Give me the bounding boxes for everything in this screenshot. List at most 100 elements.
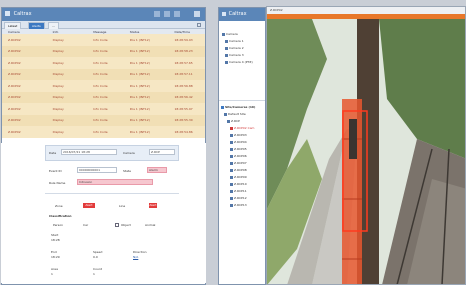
tree-item[interactable]: Camera	[222, 32, 238, 36]
tree-item[interactable]: Z.RCP12	[230, 196, 247, 200]
divider	[45, 193, 179, 194]
table-cell: Z.RCP02	[8, 106, 21, 111]
table-cell: Info Code	[93, 72, 108, 77]
class-object[interactable]: Object	[121, 223, 131, 227]
tab-latest[interactable]: Latest	[4, 22, 22, 29]
camera-icon	[225, 60, 228, 64]
table-row[interactable]: Z.RCP02 Display Info Code Pos 1 (INT12) …	[2, 103, 205, 115]
minimize-icon[interactable]	[154, 11, 160, 17]
classification-section-title: Classification	[49, 214, 72, 218]
table-cell: Z.RCP02	[8, 95, 21, 100]
table-cell: Display	[52, 129, 64, 134]
table-row[interactable]: Z.RCP02 Display Info Code Pos 1 (INT12) …	[2, 126, 205, 138]
table-row[interactable]: Z.RCP02 Display Info Code Pos 1 (INT12) …	[2, 80, 205, 92]
tree-item[interactable]: Z.RCP04	[230, 140, 247, 144]
table-cell: Info Code	[93, 118, 108, 123]
tree-item[interactable]: Camera 1	[225, 39, 244, 43]
table-cell: Info Code	[93, 60, 108, 65]
tree-item[interactable]: Z.RCP10	[230, 182, 247, 186]
class-animal[interactable]: Animal	[145, 223, 155, 227]
tree-group[interactable]: Z.RCP	[227, 119, 240, 123]
count-label: Count	[93, 267, 102, 271]
area-label: Area	[51, 267, 58, 271]
camera-icon	[230, 126, 233, 130]
window-title: Caltrax	[228, 11, 247, 17]
table-cell: Z.RCP02	[8, 60, 21, 65]
line-label: Line	[119, 204, 126, 208]
event-id-field[interactable]: 00000000001	[77, 167, 117, 173]
table-row[interactable]: Z.RCP02 Display Info Code Pos 1 (INT12) …	[2, 68, 205, 80]
table-cell: Z.RCP02	[8, 72, 21, 77]
tab-more[interactable]: ...	[48, 22, 59, 29]
tree-item[interactable]: Camera 4 (PTZ)	[225, 60, 253, 64]
tab-alerts[interactable]: Alerts	[28, 22, 45, 29]
tree-item[interactable]: Z.RCP05	[230, 147, 247, 151]
table-cell: Z.RCP02	[8, 37, 21, 42]
table-row[interactable]: Z.RCP02 Display Info Code Pos 1 (INT12) …	[2, 57, 205, 69]
tree-item[interactable]: Z.RCP07	[230, 161, 247, 165]
date-field[interactable]: 2016/07/21 18:28	[61, 149, 117, 155]
table-row[interactable]: Z.RCP02 Display Info Code Pos 1 (INT12) …	[2, 45, 205, 57]
end-value: 18:29	[51, 255, 60, 259]
desktop: Caltrax Latest Alerts ... Camera Info Me…	[0, 0, 466, 285]
class-car[interactable]: Car	[83, 223, 88, 227]
state-label: State	[123, 169, 131, 173]
camera-field[interactable]: Z.RCP	[149, 149, 175, 155]
camera-icon	[225, 39, 228, 43]
maximize-icon[interactable]	[164, 11, 170, 17]
table-row[interactable]: Z.RCP02 Display Info Code Pos 1 (INT12) …	[2, 114, 205, 126]
speed-value: 0.0	[93, 255, 98, 259]
restore-icon[interactable]	[174, 11, 180, 17]
table-cell: Pos 1 (INT12)	[129, 118, 150, 123]
rule-name-field[interactable]: Intrusion	[77, 179, 153, 185]
camera-icon	[230, 168, 233, 172]
checkbox-icon[interactable]	[115, 223, 119, 227]
table-cell: 18:28:59.93	[174, 37, 193, 42]
direction-value[interactable]: N/A	[133, 255, 138, 259]
tree-item[interactable]: Camera 2	[225, 46, 244, 50]
class-person[interactable]: Person	[53, 223, 63, 227]
camera-label: Camera	[123, 151, 135, 155]
tree-item[interactable]: Z.RCP13	[230, 203, 247, 207]
state-field[interactable]: Alarm	[147, 167, 167, 173]
tree-item[interactable]: Z.RCP06	[230, 154, 247, 158]
detected-person	[349, 119, 357, 159]
line-alert-button[interactable]: Alert	[149, 203, 157, 208]
end-label: End	[51, 250, 57, 254]
tree-group[interactable]: Default Site	[224, 112, 246, 116]
tree-item[interactable]: Z.RCP03	[230, 133, 247, 137]
camera-icon	[230, 189, 233, 193]
camera-icon	[230, 154, 233, 158]
app-logo-icon	[222, 11, 226, 16]
tab-bar: Latest Alerts ...	[2, 21, 205, 29]
table-cell: Info Code	[93, 95, 108, 100]
camera-view-titlebar[interactable]: Z.RCP02	[267, 7, 465, 14]
camera-view-title: Z.RCP02	[270, 8, 283, 12]
camera-tree-titlebar[interactable]: Caltrax	[219, 8, 265, 21]
table-cell: Pos 1 (INT12)	[129, 129, 150, 134]
event-id-label: Event ID	[49, 169, 62, 173]
table-row[interactable]: Z.RCP02 Display Info Code Pos 1 (INT12) …	[2, 34, 205, 46]
camera-icon	[230, 175, 233, 179]
tree-item[interactable]: Camera 3	[225, 53, 244, 57]
tree-item-selected[interactable]: Z.RCP02 Cam	[230, 126, 254, 130]
tree-item[interactable]: Z.RCP09	[230, 175, 247, 179]
table-cell: Info Code	[93, 83, 108, 88]
close-icon[interactable]	[194, 11, 200, 17]
collapse-icon[interactable]	[197, 23, 201, 27]
tree-group[interactable]: Site/Cameras (16)	[221, 105, 255, 109]
tree-item[interactable]: Z.RCP11	[230, 189, 247, 193]
table-cell: Info Code	[93, 129, 108, 134]
direction-label: Direction	[133, 250, 147, 254]
event-window-titlebar[interactable]: Caltrax	[2, 8, 205, 21]
table-cell: Display	[52, 95, 64, 100]
camera-view-window: Z.RCP02	[266, 6, 466, 285]
camera-feed[interactable]	[267, 19, 466, 285]
tree-item[interactable]: Z.RCP08	[230, 168, 247, 172]
table-row[interactable]: Z.RCP02 Display Info Code Pos 1 (INT12) …	[2, 91, 205, 103]
table-cell: Display	[52, 72, 64, 77]
date-label: Date	[49, 151, 57, 155]
camera-icon	[230, 203, 233, 207]
zone-alert-button[interactable]: Alert	[83, 203, 95, 208]
table-cell: Display	[52, 106, 64, 111]
